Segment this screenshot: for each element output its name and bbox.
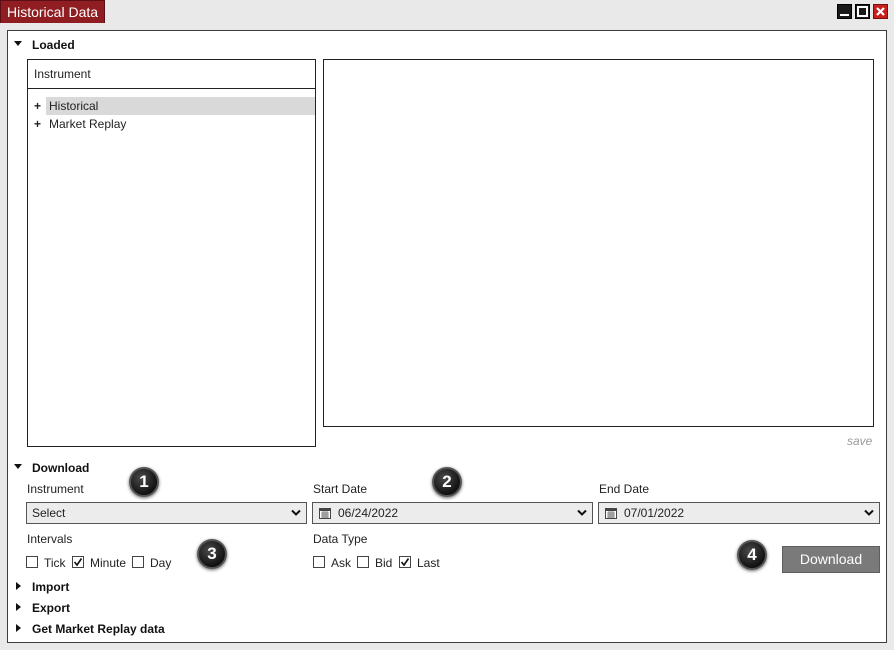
start-date-label: Start Date <box>313 482 368 496</box>
callout-marker-4: 4 <box>737 540 767 570</box>
title-bar <box>0 0 894 23</box>
calendar-icon <box>605 508 617 519</box>
section-loaded-header[interactable]: Loaded <box>32 38 75 52</box>
download-button[interactable]: Download <box>782 546 880 573</box>
callout-marker-1: 1 <box>129 467 159 497</box>
end-date-value: 07/01/2022 <box>624 506 685 520</box>
interval-minute-label: Minute <box>90 556 127 570</box>
data-type-last-checkbox[interactable] <box>399 556 411 568</box>
callout-marker-3: 3 <box>197 539 227 569</box>
chevron-down-icon <box>577 509 587 516</box>
data-type-label: Data Type <box>313 532 368 546</box>
expand-icon[interactable]: + <box>34 115 44 133</box>
tree-item-market-replay[interactable]: + Market Replay <box>28 115 315 133</box>
data-type-ask-checkbox[interactable] <box>313 556 325 568</box>
interval-tick-checkbox[interactable] <box>26 556 38 568</box>
section-import-header[interactable]: Import <box>32 580 69 594</box>
chevron-down-icon <box>864 509 874 516</box>
data-type-ask-label: Ask <box>331 556 352 570</box>
collapse-download-icon[interactable] <box>14 464 22 469</box>
expand-icon[interactable]: + <box>34 97 44 115</box>
interval-minute-checkbox[interactable] <box>72 556 84 568</box>
tree-column-header: Instrument <box>28 60 315 89</box>
end-date-label: End Date <box>599 482 650 496</box>
section-download-header[interactable]: Download <box>32 461 89 475</box>
close-icon <box>876 7 885 16</box>
maximize-icon <box>857 6 868 17</box>
data-type-bid-label: Bid <box>375 556 393 570</box>
data-preview-panel <box>323 59 874 427</box>
instrument-tree: Instrument + Historical + Market Replay <box>27 59 316 447</box>
instrument-select-value: Select <box>32 506 66 520</box>
data-type-last-label: Last <box>417 556 440 570</box>
callout-marker-2: 2 <box>432 467 462 497</box>
tree-item-label: Market Replay <box>49 117 127 131</box>
tree-item-historical[interactable]: + Historical <box>28 97 315 115</box>
section-market-replay-header[interactable]: Get Market Replay data <box>32 622 165 636</box>
instrument-select[interactable]: Select <box>26 502 307 524</box>
window-title: Historical Data <box>0 0 106 23</box>
interval-day-label: Day <box>150 556 172 570</box>
interval-day-checkbox[interactable] <box>132 556 144 568</box>
close-button[interactable] <box>873 4 888 19</box>
expand-export-icon[interactable] <box>16 603 21 611</box>
save-link[interactable]: save <box>847 434 872 448</box>
interval-tick-label: Tick <box>44 556 66 570</box>
chevron-down-icon <box>291 509 301 516</box>
section-export-header[interactable]: Export <box>32 601 70 615</box>
checkmark-icon <box>73 558 83 567</box>
intervals-label: Intervals <box>27 532 73 546</box>
maximize-button[interactable] <box>855 4 870 19</box>
expand-market-replay-icon[interactable] <box>16 624 21 632</box>
minimize-button[interactable] <box>837 4 852 19</box>
data-type-bid-checkbox[interactable] <box>357 556 369 568</box>
tree-item-label: Historical <box>46 97 315 115</box>
checkmark-icon <box>400 558 410 567</box>
instrument-label: Instrument <box>27 482 84 496</box>
start-date-picker[interactable]: 06/24/2022 <box>312 502 593 524</box>
collapse-loaded-icon[interactable] <box>14 41 22 46</box>
expand-import-icon[interactable] <box>16 582 21 590</box>
minimize-icon <box>840 14 849 16</box>
start-date-value: 06/24/2022 <box>338 506 399 520</box>
end-date-picker[interactable]: 07/01/2022 <box>598 502 880 524</box>
calendar-icon <box>319 508 331 519</box>
